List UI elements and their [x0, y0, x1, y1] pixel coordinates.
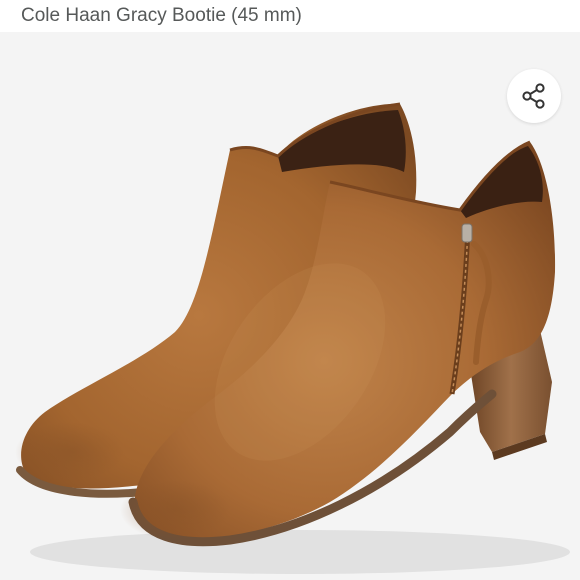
- product-title: Cole Haan Gracy Bootie (45 mm): [21, 5, 302, 26]
- product-image[interactable]: [0, 32, 580, 580]
- share-icon: [522, 83, 545, 109]
- product-image-viewer: Cole Haan Gracy Bootie (45 mm): [0, 0, 580, 580]
- title-bar: Cole Haan Gracy Bootie (45 mm): [0, 0, 580, 32]
- share-button[interactable]: [507, 69, 561, 123]
- boot-pair-image: [15, 102, 570, 574]
